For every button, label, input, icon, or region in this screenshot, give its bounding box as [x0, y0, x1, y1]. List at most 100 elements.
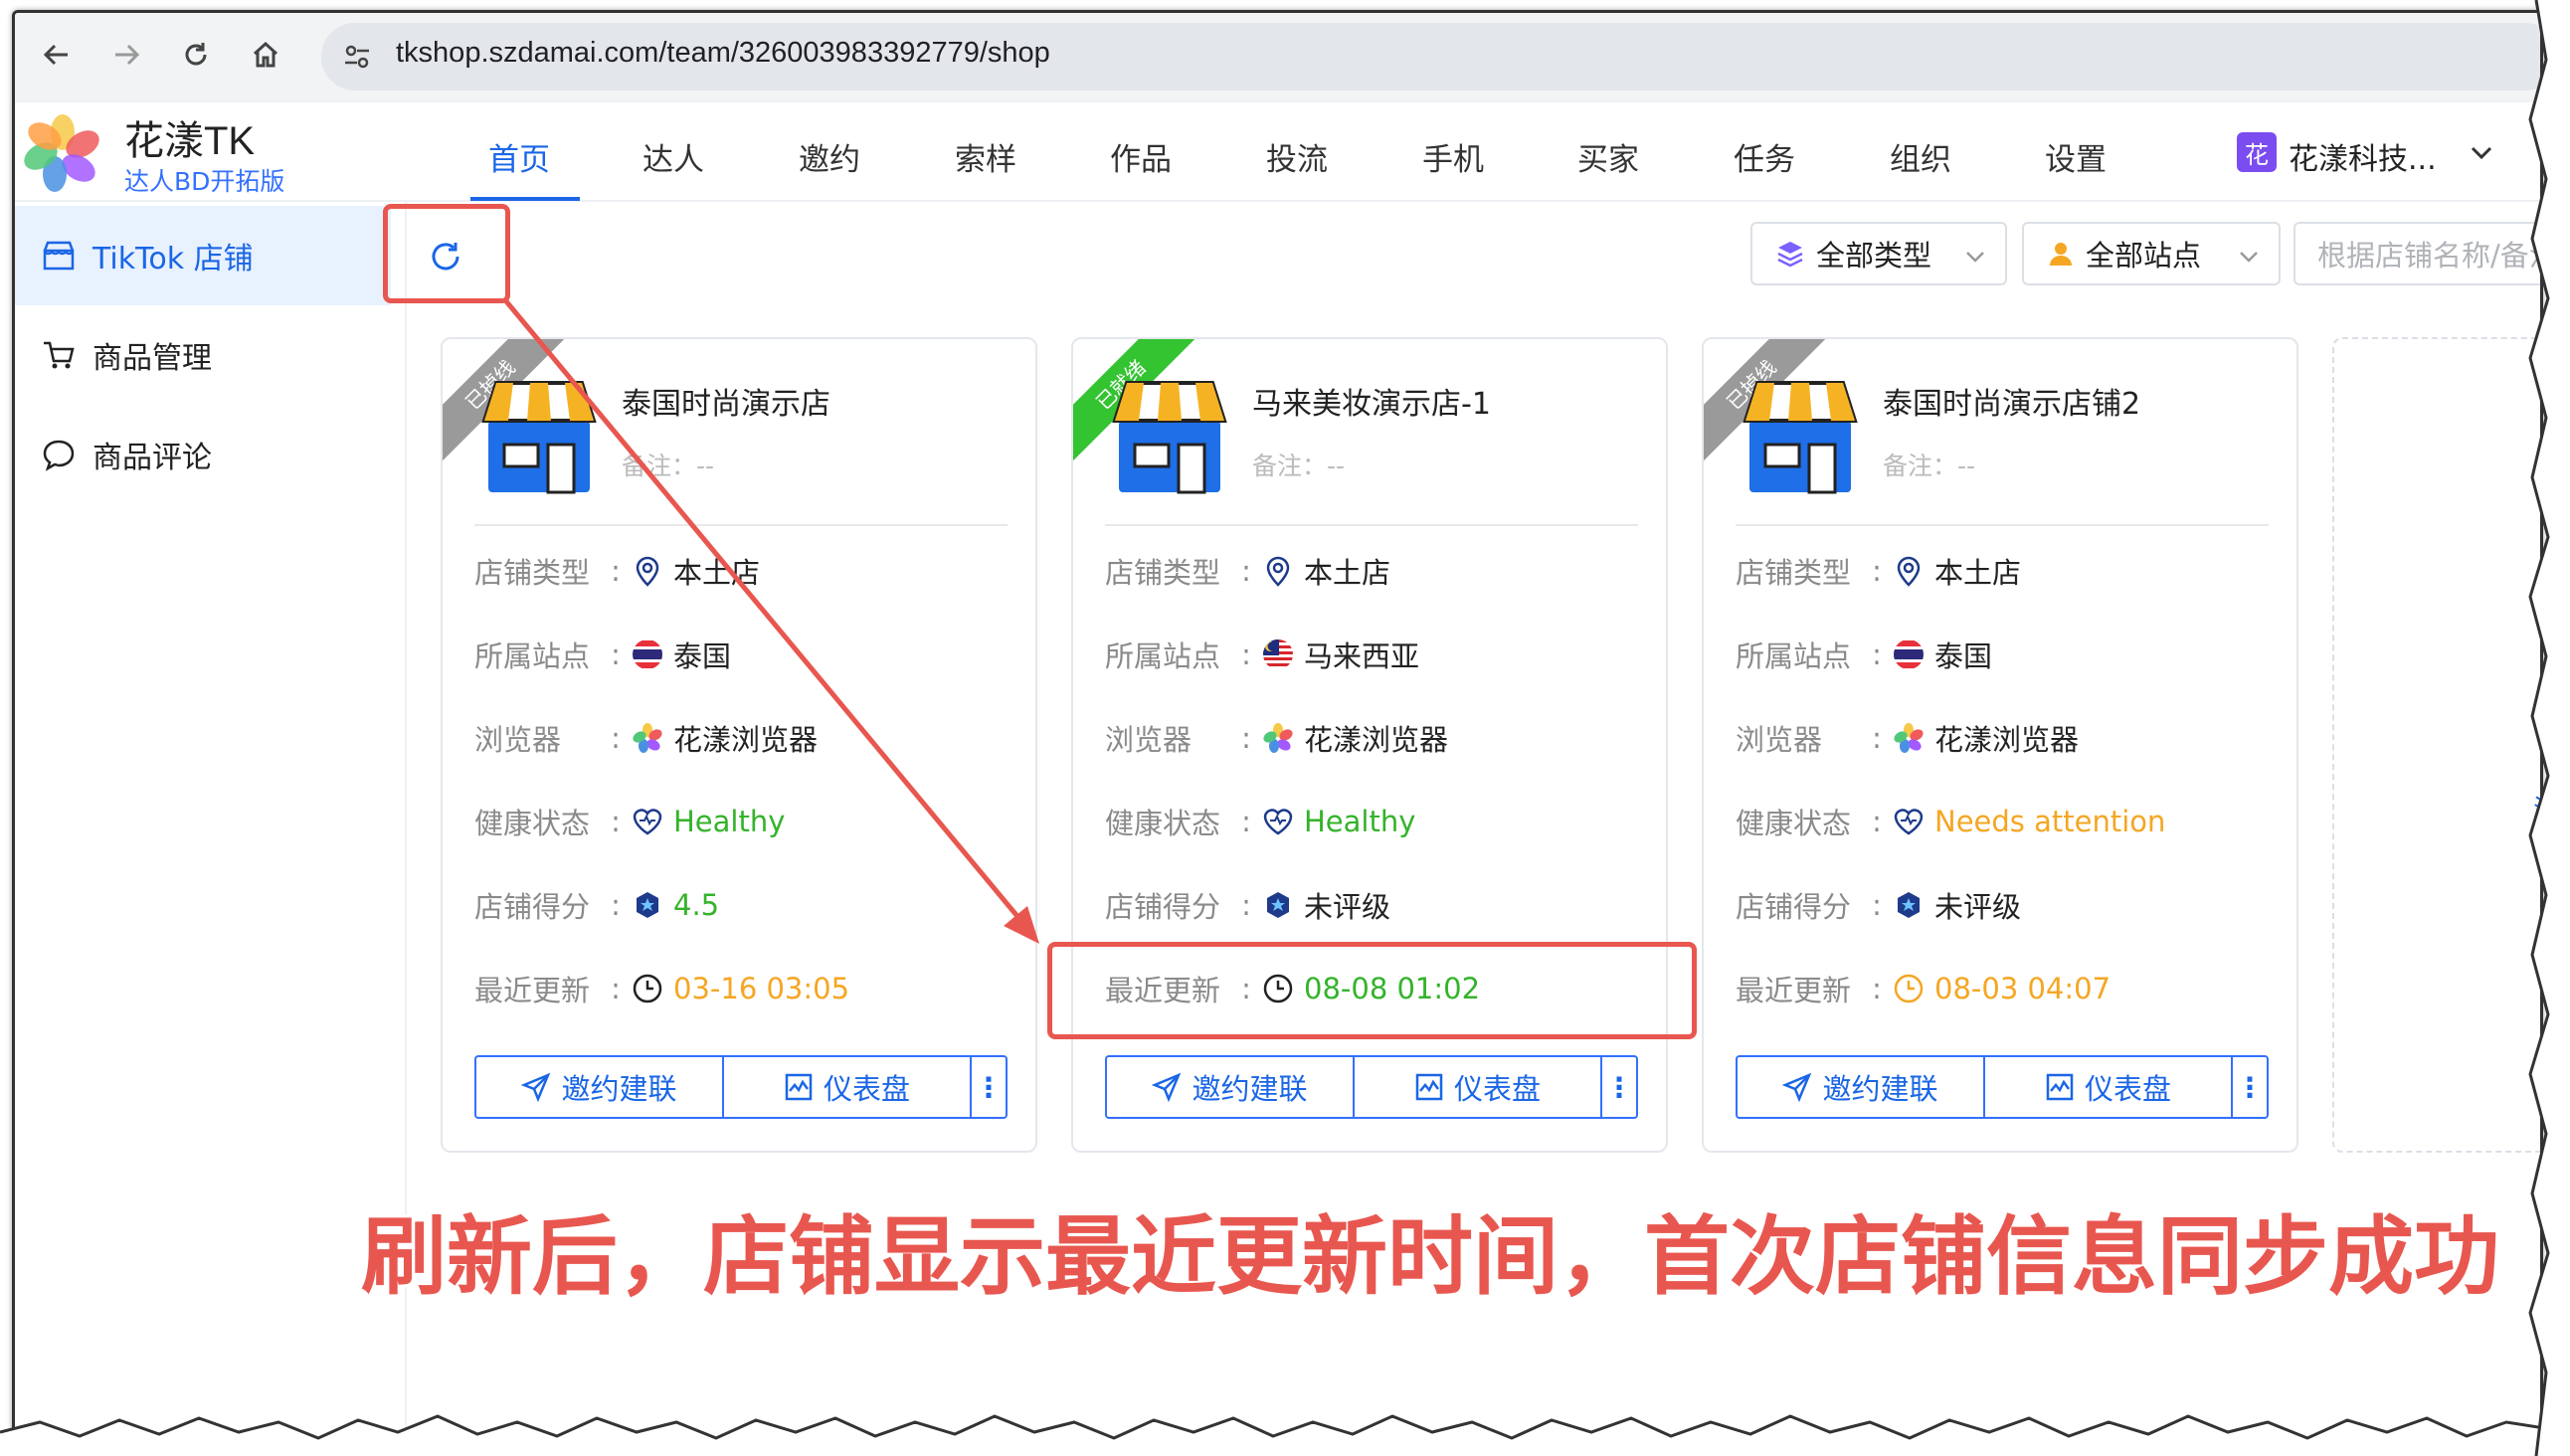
shop-note: 备注：-- [1883, 452, 1976, 480]
shop-card: 已掉线 泰国时尚演示店铺2 备注：-- 店铺类型: 本土店 所属站点: 泰国 浏… [1702, 337, 2298, 1153]
browser-row: 浏览器: 花漾浏览器 [1105, 713, 1448, 763]
shop-search-input[interactable]: 根据店铺名称/备注 [2294, 222, 2540, 285]
colon: : [1872, 721, 1882, 755]
colon: : [1241, 805, 1251, 838]
nav-tab-org[interactable]: 组织 [1890, 134, 1951, 179]
health-row: 健康状态: Healthy [474, 797, 785, 846]
clock-icon [630, 971, 665, 1006]
shop-type-value: 本土店 [1934, 556, 2022, 590]
health-value: Needs attention [1934, 805, 2166, 838]
highlight-updated-time [1047, 942, 1697, 1039]
thailand-flag-icon [630, 637, 665, 672]
invite-label: 邀约建联 [1192, 1072, 1308, 1106]
url-text[interactable]: tkshop.szdamai.com/team/326003983392779/… [396, 37, 1050, 70]
send-icon [1782, 1072, 1812, 1102]
flower-browser-icon [630, 720, 665, 756]
colon: : [611, 805, 621, 838]
invite-label: 邀约建联 [561, 1072, 677, 1106]
shop-note: 备注：-- [622, 452, 715, 480]
colon: : [1872, 888, 1882, 922]
card-actions: 邀约建联 仪表盘 ⋮ [1105, 1055, 1638, 1119]
nav-tab-tasks[interactable]: 任务 [1734, 134, 1795, 179]
app-title: 花漾TK [124, 119, 256, 163]
back-icon[interactable] [33, 31, 81, 79]
invite-label: 邀约建联 [1822, 1072, 1938, 1106]
shop-note: 备注：-- [1252, 452, 1346, 480]
team-avatar[interactable]: 花 [2237, 132, 2277, 172]
shop-name[interactable]: 泰国时尚演示店 [622, 379, 830, 423]
flower-browser-icon [1260, 720, 1296, 756]
nav-tab-works[interactable]: 作品 [1110, 134, 1172, 179]
nav-tab-creators[interactable]: 达人 [642, 134, 704, 179]
field-label: 最近更新 [1736, 974, 1852, 1007]
colon: : [611, 888, 621, 922]
field-label: 所属站点 [474, 639, 591, 673]
site-settings-icon[interactable] [341, 41, 373, 77]
nav-tab-home[interactable]: 首页 [488, 134, 550, 179]
field-label: 店铺类型 [474, 556, 591, 590]
nav-tab-invites[interactable]: 邀约 [799, 134, 860, 179]
type-filter-select[interactable]: 全部类型 [1750, 222, 2007, 285]
card-actions: 邀约建联 仪表盘 ⋮ [474, 1055, 1008, 1119]
chevron-down-icon[interactable] [2468, 138, 2495, 170]
invite-button[interactable]: 邀约建联 [1738, 1057, 1985, 1117]
more-actions-button[interactable]: ⋮ [2233, 1057, 2267, 1117]
dashboard-button[interactable]: 仪表盘 [1355, 1057, 1602, 1117]
field-label: 最近更新 [474, 974, 591, 1007]
sidebar-item-label: TikTok 店铺 [92, 242, 254, 276]
nav-tab-settings[interactable]: 设置 [2045, 134, 2107, 179]
home-icon[interactable] [242, 31, 289, 79]
field-label: 所属站点 [1736, 639, 1852, 673]
browser-value: 花漾浏览器 [1934, 723, 2080, 757]
shop-name[interactable]: 马来美妆演示店-1 [1252, 379, 1491, 423]
browser-value: 花漾浏览器 [673, 723, 819, 757]
more-actions-button[interactable]: ⋮ [1602, 1057, 1636, 1117]
site-filter-select[interactable]: 全部站点 [2022, 222, 2281, 285]
user-pin-icon [2046, 239, 2076, 269]
field-label: 浏览器 [474, 723, 562, 757]
badge-star-icon [630, 887, 665, 923]
colon: : [1872, 637, 1882, 671]
nav-tab-phones[interactable]: 手机 [1422, 134, 1484, 179]
chevron-down-icon [2237, 242, 2261, 275]
shop-type-row: 店铺类型: 本土店 [474, 546, 760, 596]
field-label: 健康状态 [474, 807, 591, 840]
shop-storefront-icon [474, 377, 604, 496]
dashboard-button[interactable]: 仪表盘 [724, 1057, 972, 1117]
nav-tab-samples[interactable]: 索样 [955, 134, 1016, 179]
cart-icon [39, 335, 79, 375]
colon: : [611, 637, 621, 671]
site-value: 泰国 [1934, 639, 1993, 673]
site-value: 泰国 [673, 639, 732, 673]
sidebar-item-tiktok-shops[interactable]: TikTok 店铺 [15, 206, 391, 305]
colon: : [1241, 554, 1251, 588]
shop-type-row: 店铺类型: 本土店 [1736, 546, 2021, 596]
invite-button[interactable]: 邀约建联 [476, 1057, 724, 1117]
add-shop-card[interactable] [2332, 337, 2540, 1153]
shop-card: 已掉线 泰国时尚演示店 备注：-- 店铺类型: 本土店 所属站点: 泰国 浏览器… [441, 337, 1037, 1153]
reload-icon[interactable] [172, 31, 220, 79]
browser-row: 浏览器: 花漾浏览器 [1736, 713, 2079, 763]
sidebar-item-reviews[interactable]: 商品评论 [15, 405, 391, 504]
site-row: 所属站点: 泰国 [474, 630, 731, 679]
more-actions-button[interactable]: ⋮ [972, 1057, 1006, 1117]
team-name[interactable]: 花漾科技... [2289, 134, 2437, 178]
colon: : [1241, 721, 1251, 755]
dashboard-label: 仪表盘 [823, 1072, 910, 1106]
nav-tab-buyers[interactable]: 买家 [1577, 134, 1639, 179]
annotation-caption: 刷新后，店铺显示最近更新时间，首次店铺信息同步成功 [361, 1207, 2499, 1307]
field-label: 健康状态 [1105, 807, 1221, 840]
site-filter-value: 全部站点 [2086, 239, 2202, 273]
chart-icon [784, 1072, 814, 1102]
dashboard-button[interactable]: 仪表盘 [1985, 1057, 2233, 1117]
shop-name[interactable]: 泰国时尚演示店铺2 [1883, 379, 2140, 423]
comment-icon [39, 435, 79, 474]
store-icon [39, 236, 79, 275]
sidebar-item-products[interactable]: 商品管理 [15, 305, 391, 405]
invite-button[interactable]: 邀约建联 [1107, 1057, 1355, 1117]
forward-icon[interactable] [102, 31, 150, 79]
shop-type-value: 本土店 [673, 556, 761, 590]
sidebar-item-label: 商品评论 [92, 441, 212, 475]
clock-icon [1891, 971, 1927, 1006]
nav-tab-ads[interactable]: 投流 [1266, 134, 1328, 179]
